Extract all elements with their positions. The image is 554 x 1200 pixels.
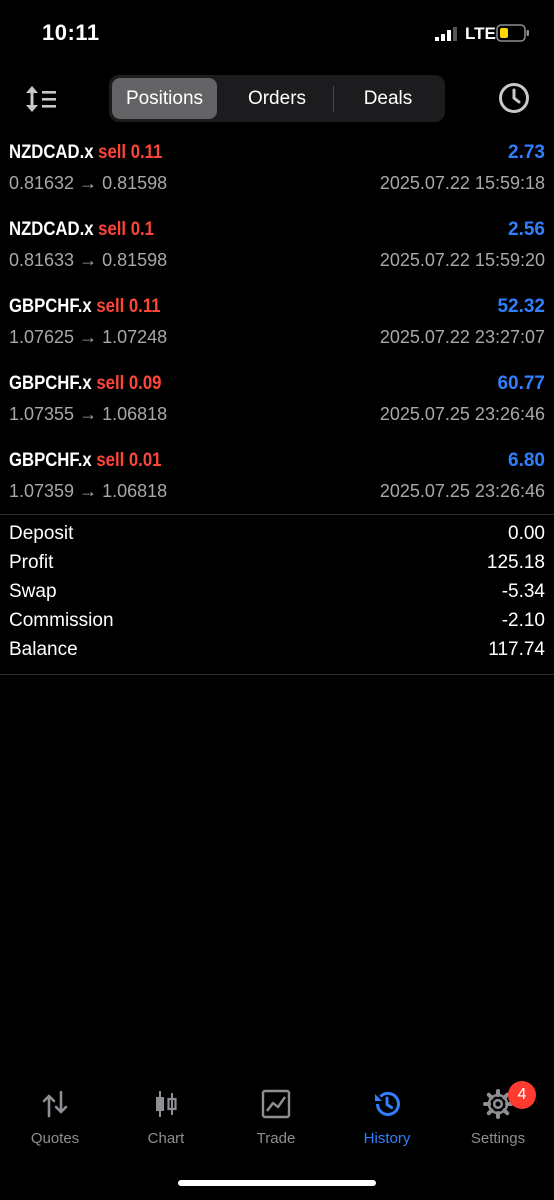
summary-label: Swap: [9, 581, 57, 602]
position-row[interactable]: NZDCAD.x sell 0.1 2.56 0.81633 → 0.81598…: [0, 214, 554, 291]
battery-icon: [496, 24, 529, 42]
position-profit: 2.73: [508, 142, 545, 163]
positions-list: NZDCAD.x sell 0.11 2.73 0.81632 → 0.8159…: [0, 137, 554, 522]
summary-label: Deposit: [9, 523, 74, 544]
bottom-tab-bar: Quotes Chart Trade History Settings: [0, 1080, 554, 1170]
summary-value: -2.10: [501, 610, 545, 631]
position-profit: 6.80: [508, 450, 545, 471]
summary-value: -5.34: [501, 581, 545, 602]
tab-settings[interactable]: Settings: [443, 1080, 553, 1160]
position-date: 2025.07.25 23:26:46: [379, 481, 545, 501]
segment-deals[interactable]: Deals: [334, 78, 442, 119]
tab-chart[interactable]: Chart: [111, 1080, 221, 1160]
summary-label: Commission: [9, 610, 114, 631]
position-symbol: GBPCHF.x sell 0.01: [9, 450, 161, 472]
symbol-text: GBPCHF.x: [9, 296, 92, 317]
tab-label: Settings: [470, 1130, 526, 1147]
signal-icon: [435, 27, 457, 41]
tab-label: Quotes: [30, 1130, 80, 1147]
position-prices: 1.07359 → 1.06818: [9, 481, 168, 501]
clock-icon[interactable]: [496, 80, 532, 116]
status-bar: 10:11 LTE: [0, 0, 554, 70]
position-row[interactable]: NZDCAD.x sell 0.11 2.73 0.81632 → 0.8159…: [0, 137, 554, 214]
summary-deposit: Deposit 0.00: [0, 523, 554, 552]
summary-label: Profit: [9, 552, 54, 573]
tab-quotes[interactable]: Quotes: [0, 1080, 110, 1160]
tab-history[interactable]: History: [332, 1080, 442, 1160]
summary-commission: Commission -2.10: [0, 610, 554, 639]
tab-trade[interactable]: Trade: [221, 1080, 331, 1160]
position-date: 2025.07.22 15:59:20: [379, 250, 545, 270]
position-symbol: GBPCHF.x sell 0.11: [9, 296, 160, 318]
segment-orders[interactable]: Orders: [222, 78, 332, 119]
position-profit: 2.56: [508, 219, 545, 240]
trade-side: sell 0.11: [96, 296, 161, 317]
settings-notification-badge: 4: [508, 1081, 536, 1109]
tab-label: History: [363, 1130, 411, 1147]
chart-icon: [156, 1091, 177, 1117]
trade-icon: [261, 1089, 291, 1119]
summary-profit: Profit 125.18: [0, 552, 554, 581]
sort-icon[interactable]: [22, 82, 60, 116]
position-prices: 0.81632 → 0.81598: [9, 173, 168, 193]
segment-positions[interactable]: Positions: [112, 78, 217, 119]
summary-balance: Balance 117.74: [0, 639, 554, 668]
summary-value: 125.18: [486, 552, 545, 573]
summary-top-divider: [0, 514, 554, 515]
summary-label: Balance: [9, 639, 78, 660]
trade-side: sell 0.09: [96, 373, 162, 394]
position-row[interactable]: GBPCHF.x sell 0.01 6.80 1.07359 → 1.0681…: [0, 445, 554, 522]
symbol-text: NZDCAD.x: [9, 219, 94, 240]
trade-side: sell 0.01: [96, 450, 162, 471]
position-profit: 52.32: [497, 296, 545, 317]
quotes-icon: [42, 1090, 68, 1118]
position-date: 2025.07.22 23:27:07: [379, 327, 545, 347]
symbol-text: GBPCHF.x: [9, 450, 92, 471]
position-row[interactable]: GBPCHF.x sell 0.09 60.77 1.07355 → 1.068…: [0, 368, 554, 445]
tab-label: Chart: [147, 1130, 185, 1147]
position-symbol: NZDCAD.x sell 0.1: [9, 219, 154, 241]
position-profit: 60.77: [497, 373, 545, 394]
summary-bottom-divider: [0, 674, 554, 675]
status-time: 10:11: [42, 20, 100, 45]
position-prices: 0.81633 → 0.81598: [9, 250, 168, 270]
position-date: 2025.07.25 23:26:46: [379, 404, 545, 424]
network-type: LTE: [465, 24, 496, 43]
tab-label: Trade: [256, 1130, 296, 1147]
home-indicator[interactable]: [178, 1180, 376, 1186]
account-summary: Deposit 0.00 Profit 125.18 Swap -5.34 Co…: [0, 523, 554, 668]
summary-value: 117.74: [488, 639, 545, 660]
history-icon: [375, 1091, 400, 1116]
trade-side: sell 0.1: [98, 219, 154, 240]
history-segmented-control: Positions Orders Deals: [109, 75, 445, 122]
summary-value: 0.00: [508, 523, 545, 544]
position-date: 2025.07.22 15:59:18: [379, 173, 545, 193]
trade-side: sell 0.11: [98, 142, 163, 163]
position-symbol: NZDCAD.x sell 0.11: [9, 142, 162, 164]
position-symbol: GBPCHF.x sell 0.09: [9, 373, 161, 395]
position-prices: 1.07625 → 1.07248: [9, 327, 168, 347]
symbol-text: NZDCAD.x: [9, 142, 94, 163]
symbol-text: GBPCHF.x: [9, 373, 92, 394]
position-row[interactable]: GBPCHF.x sell 0.11 52.32 1.07625 → 1.072…: [0, 291, 554, 368]
position-prices: 1.07355 → 1.06818: [9, 404, 168, 424]
summary-swap: Swap -5.34: [0, 581, 554, 610]
